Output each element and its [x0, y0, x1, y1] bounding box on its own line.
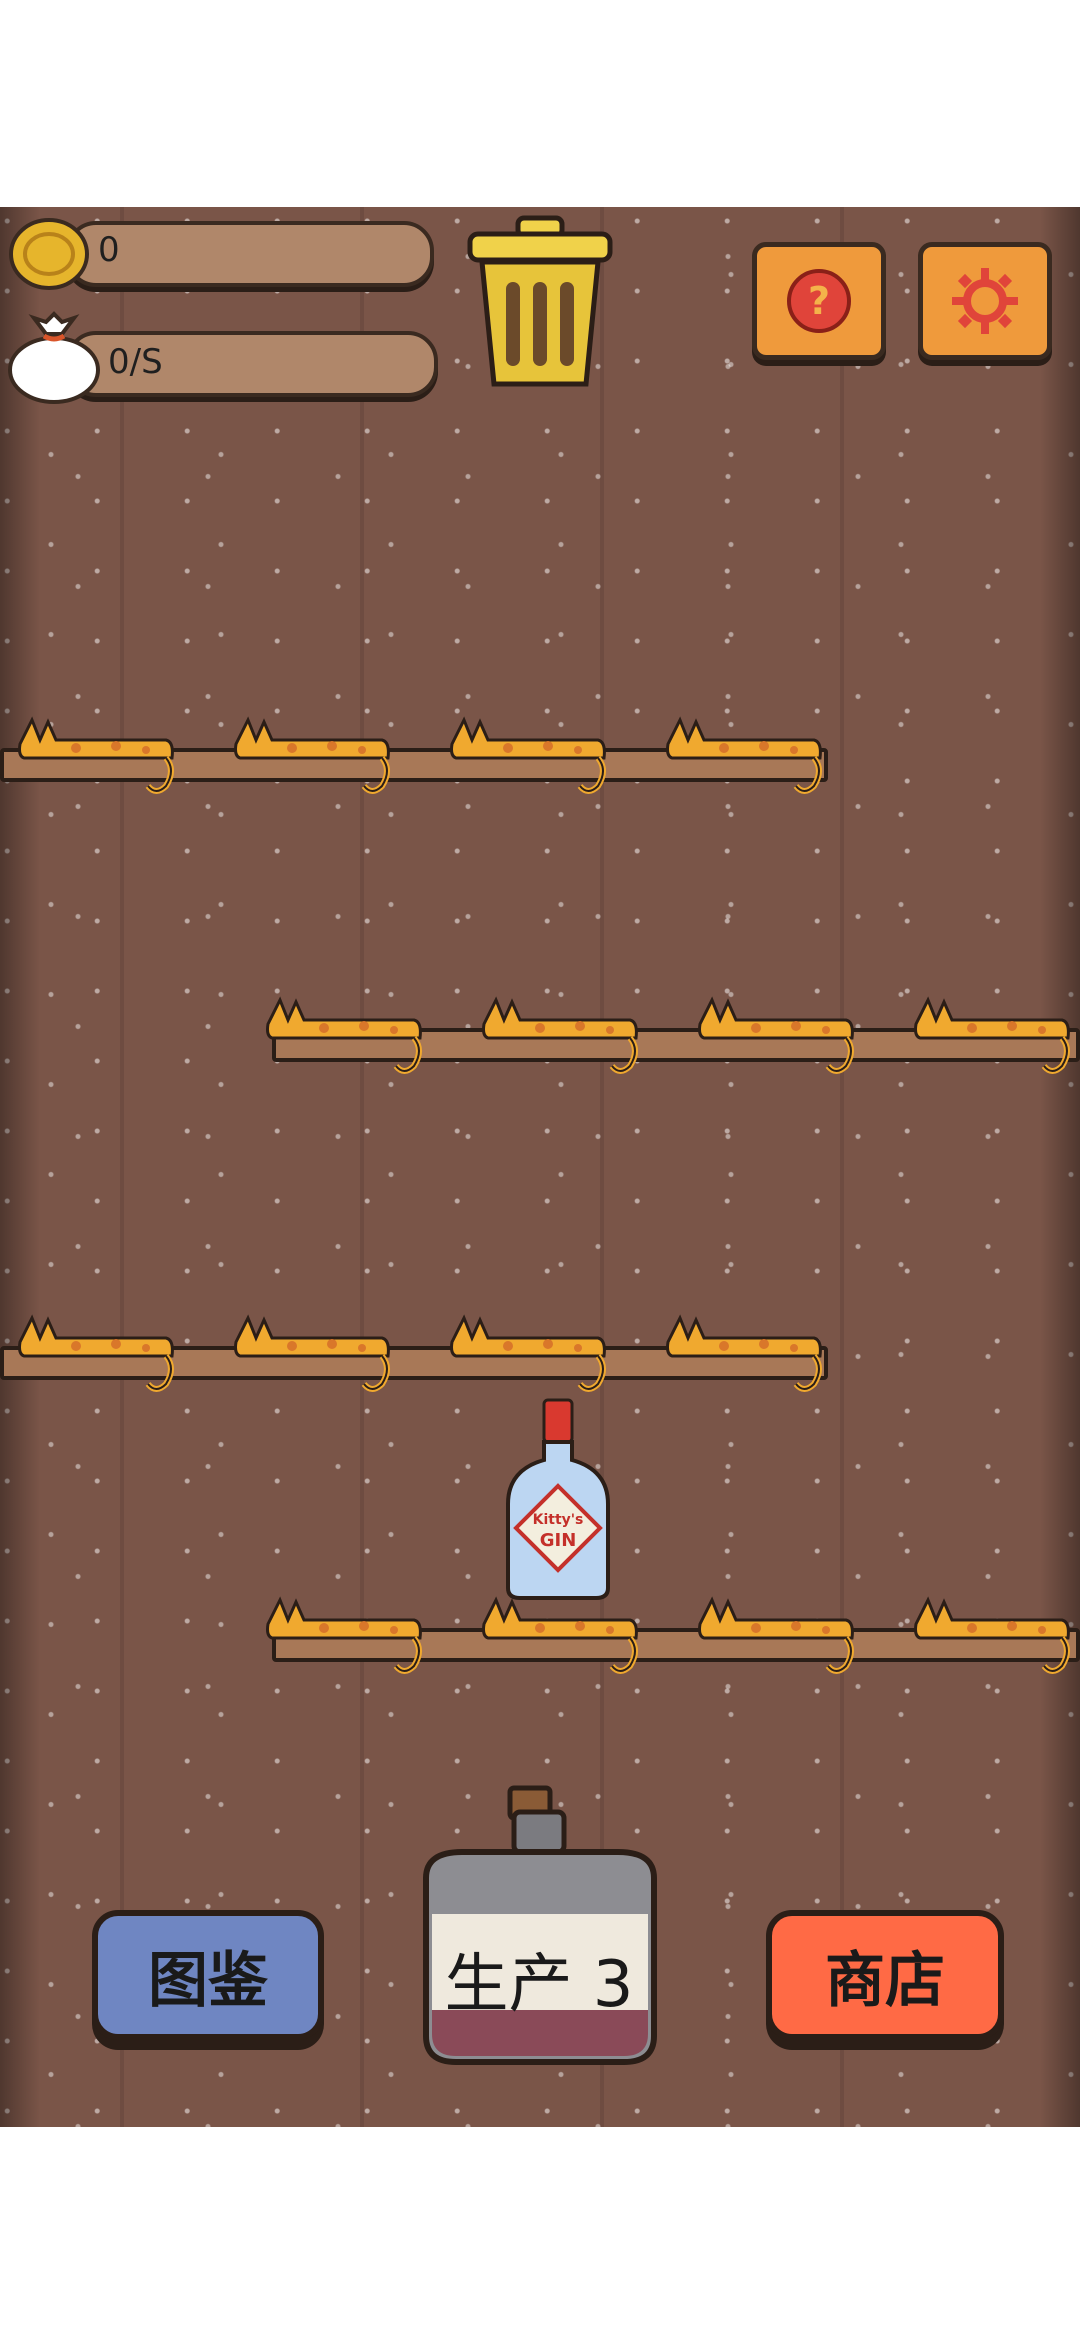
- collection-button[interactable]: 图鉴: [92, 1910, 324, 2040]
- question-icon: ?: [787, 269, 851, 333]
- coin-icon: [9, 218, 89, 290]
- cat-slot[interactable]: [912, 1580, 1072, 1680]
- produce-label: 生产 3: [444, 1948, 634, 2022]
- svg-text:?: ?: [808, 279, 830, 323]
- trash-icon[interactable]: [462, 212, 618, 394]
- gin-bottle[interactable]: Kitty's GIN: [500, 1396, 616, 1602]
- bottle-label-line1: Kitty's: [533, 1512, 584, 1528]
- cat-slot[interactable]: [232, 1298, 392, 1398]
- cat-slot[interactable]: [664, 700, 824, 800]
- cat-slot[interactable]: [16, 700, 176, 800]
- gear-icon: [952, 268, 1018, 334]
- right-shade: [1040, 207, 1080, 2127]
- cat-slot[interactable]: [912, 980, 1072, 1080]
- rate-value: 0/S: [108, 342, 163, 382]
- coins-value: 0: [98, 230, 120, 270]
- help-button[interactable]: ?: [752, 242, 886, 360]
- cat-slot[interactable]: [264, 1580, 424, 1680]
- shop-label: 商店: [825, 1945, 945, 2016]
- cat-slot[interactable]: [448, 1298, 608, 1398]
- collection-label: 图鉴: [148, 1945, 268, 2016]
- shop-button[interactable]: 商店: [766, 1910, 1004, 2040]
- left-shade: [0, 207, 40, 2127]
- money-bag-icon: [8, 311, 100, 404]
- cat-slot[interactable]: [696, 980, 856, 1080]
- cat-slot[interactable]: [664, 1298, 824, 1398]
- produce-bottle-button[interactable]: [402, 1782, 678, 2072]
- cat-slot[interactable]: [264, 980, 424, 1080]
- settings-button[interactable]: [918, 242, 1052, 360]
- coins-bar: [66, 221, 434, 287]
- bottle-label-line2: GIN: [540, 1530, 577, 1551]
- cat-slot[interactable]: [16, 1298, 176, 1398]
- cat-slot[interactable]: [480, 980, 640, 1080]
- cat-slot[interactable]: [696, 1580, 856, 1680]
- cat-slot[interactable]: [448, 700, 608, 800]
- cat-slot[interactable]: [232, 700, 392, 800]
